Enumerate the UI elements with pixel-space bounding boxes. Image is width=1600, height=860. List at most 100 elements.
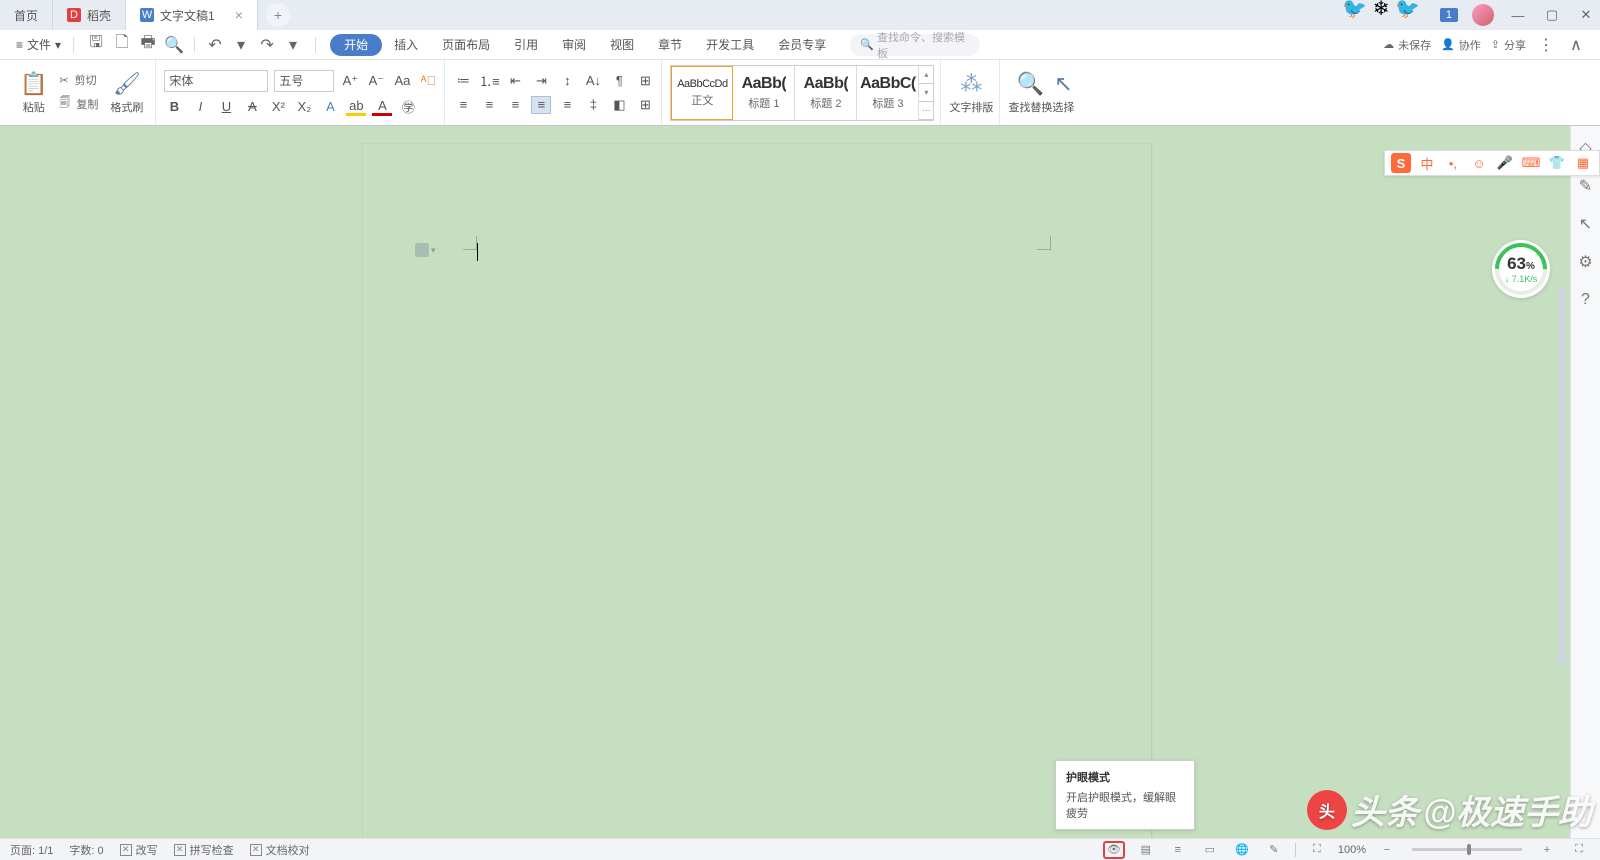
command-search[interactable]: 🔍 查找命令、搜索模板: [850, 34, 980, 56]
zoom-out-icon[interactable]: −: [1376, 841, 1398, 859]
change-case-icon[interactable]: Aa: [392, 72, 412, 90]
status-proofread[interactable]: ✕文档校对: [250, 842, 310, 858]
decrease-indent-icon[interactable]: ⇤: [505, 72, 525, 90]
align-right-icon[interactable]: ≡: [505, 96, 525, 114]
tab-docer[interactable]: D稻壳: [53, 0, 126, 30]
tab-page-layout[interactable]: 页面布局: [430, 30, 502, 60]
notification-badge[interactable]: 1: [1440, 8, 1458, 22]
add-tab-button[interactable]: +: [266, 3, 290, 27]
align-center-icon[interactable]: ≡: [479, 96, 499, 114]
style-heading2[interactable]: AaBb(标题 2: [795, 66, 857, 120]
undo-icon[interactable]: ↶: [205, 35, 225, 55]
help-icon[interactable]: ?: [1576, 290, 1596, 310]
share-button[interactable]: ⇪分享: [1491, 37, 1526, 53]
minimize-button[interactable]: —: [1508, 5, 1528, 25]
print-icon[interactable]: 🖶: [138, 35, 158, 55]
paste-button[interactable]: 📋 粘贴: [14, 60, 53, 125]
zoom-slider-thumb[interactable]: [1467, 844, 1471, 855]
status-words[interactable]: 字数: 0: [69, 842, 103, 858]
phonetic-icon[interactable]: ㊫: [398, 98, 418, 116]
tab-insert[interactable]: 插入: [382, 30, 430, 60]
shrink-font-icon[interactable]: A⁻: [366, 72, 386, 90]
sogou-icon[interactable]: S: [1391, 153, 1411, 173]
format-painter-button[interactable]: 🖌 格式刷: [104, 60, 149, 125]
tab-start[interactable]: 开始: [330, 34, 382, 56]
ime-keyboard-icon[interactable]: ⌨: [1521, 153, 1541, 173]
align-left-icon[interactable]: ≡: [453, 96, 473, 114]
fullscreen-icon[interactable]: ⛶: [1568, 841, 1590, 859]
ime-lang-icon[interactable]: 中: [1417, 153, 1437, 173]
grow-font-icon[interactable]: A⁺: [340, 72, 360, 90]
collab-button[interactable]: 👤协作: [1441, 37, 1481, 53]
cut-button[interactable]: ✂剪切: [59, 72, 98, 88]
underline-icon[interactable]: U: [216, 98, 236, 116]
vertical-scrollbar[interactable]: [1556, 286, 1568, 798]
find-replace-button[interactable]: 🔍查找替换: [1008, 60, 1052, 125]
bold-icon[interactable]: B: [164, 98, 184, 116]
collapse-ribbon-icon[interactable]: ∧: [1566, 35, 1586, 55]
numbering-icon[interactable]: ⒈≡: [479, 72, 499, 90]
undo-dropdown-icon[interactable]: ▾: [231, 35, 251, 55]
copy-button[interactable]: 🗐复制: [59, 94, 98, 113]
file-menu[interactable]: ≡文件▾: [8, 36, 69, 53]
bullets-icon[interactable]: ≔: [453, 72, 473, 90]
pencil-icon[interactable]: ✎: [1576, 176, 1596, 196]
tab-review[interactable]: 审阅: [550, 30, 598, 60]
fit-width-icon[interactable]: ⛶: [1306, 841, 1328, 859]
status-page[interactable]: 页面: 1/1: [10, 842, 53, 858]
zoom-slider[interactable]: [1412, 848, 1522, 851]
scrollbar-thumb[interactable]: [1558, 286, 1566, 666]
styles-scroll[interactable]: ▴▾⋯: [919, 66, 933, 120]
page-chip[interactable]: ▾: [415, 243, 436, 257]
save-as-icon[interactable]: 🗋: [112, 35, 132, 55]
text-effects-icon[interactable]: A: [320, 98, 340, 116]
user-avatar[interactable]: [1472, 4, 1494, 26]
document-canvas[interactable]: ▾: [0, 126, 1600, 838]
select-button[interactable]: ↖选择: [1052, 60, 1074, 125]
download-speed-widget[interactable]: 63% ↓ 7.1K/s: [1492, 240, 1550, 298]
document-page[interactable]: ▾: [363, 144, 1151, 838]
settings-sliders-icon[interactable]: ⚙: [1576, 252, 1596, 272]
show-marks-icon[interactable]: ¶: [609, 72, 629, 90]
text-layout-button[interactable]: ⁂文字排版: [949, 60, 993, 125]
tab-section[interactable]: 章节: [646, 30, 694, 60]
ime-mic-icon[interactable]: 🎤: [1495, 153, 1515, 173]
ime-grid-icon[interactable]: ▦: [1573, 153, 1593, 173]
print-preview-icon[interactable]: 🔍: [164, 35, 184, 55]
zoom-level[interactable]: 100%: [1338, 844, 1366, 856]
tab-references[interactable]: 引用: [502, 30, 550, 60]
subscript-icon[interactable]: X₂: [294, 98, 314, 116]
highlight-icon[interactable]: ab: [346, 98, 366, 116]
distribute-icon[interactable]: ≡: [557, 96, 577, 114]
style-body[interactable]: AaBbCcDd正文: [671, 66, 733, 120]
style-heading1[interactable]: AaBb(标题 1: [733, 66, 795, 120]
tab-document[interactable]: W文字文稿1×: [126, 0, 258, 30]
view-page-icon[interactable]: ▤: [1135, 841, 1157, 859]
sort-icon[interactable]: A↓: [583, 72, 603, 90]
pointer-icon[interactable]: ↖: [1576, 214, 1596, 234]
tab-view[interactable]: 视图: [598, 30, 646, 60]
view-outline-icon[interactable]: ≡: [1167, 841, 1189, 859]
redo-icon[interactable]: ↷: [257, 35, 277, 55]
increase-indent-icon[interactable]: ⇥: [531, 72, 551, 90]
zoom-in-icon[interactable]: +: [1536, 841, 1558, 859]
redo-dropdown-icon[interactable]: ▾: [283, 35, 303, 55]
line-spacing-icon[interactable]: ‡: [583, 96, 603, 114]
view-note-icon[interactable]: ✎: [1263, 841, 1285, 859]
eye-protect-mode-button[interactable]: 👁: [1103, 841, 1125, 859]
superscript-icon[interactable]: X²: [268, 98, 288, 116]
shading-icon[interactable]: ◧: [609, 96, 629, 114]
borders-icon[interactable]: ⊞: [635, 96, 655, 114]
ime-emoji-icon[interactable]: ☺: [1469, 153, 1489, 173]
status-spellcheck[interactable]: ✕拼写检查: [174, 842, 234, 858]
style-heading3[interactable]: AaBbC(标题 3: [857, 66, 919, 120]
ime-toolbar[interactable]: S 中 •, ☺ 🎤 ⌨ 👕 ▦: [1384, 150, 1600, 176]
tab-home[interactable]: 首页: [0, 0, 53, 30]
clear-format-icon[interactable]: ᴬ⃠: [418, 72, 438, 90]
status-rewrite[interactable]: ✕改写: [120, 842, 158, 858]
tab-developer[interactable]: 开发工具: [694, 30, 766, 60]
font-name-select[interactable]: [164, 70, 268, 92]
strikethrough-icon[interactable]: A: [242, 98, 262, 116]
align-justify-icon[interactable]: ≡: [531, 96, 551, 114]
close-tab-icon[interactable]: ×: [235, 7, 243, 23]
